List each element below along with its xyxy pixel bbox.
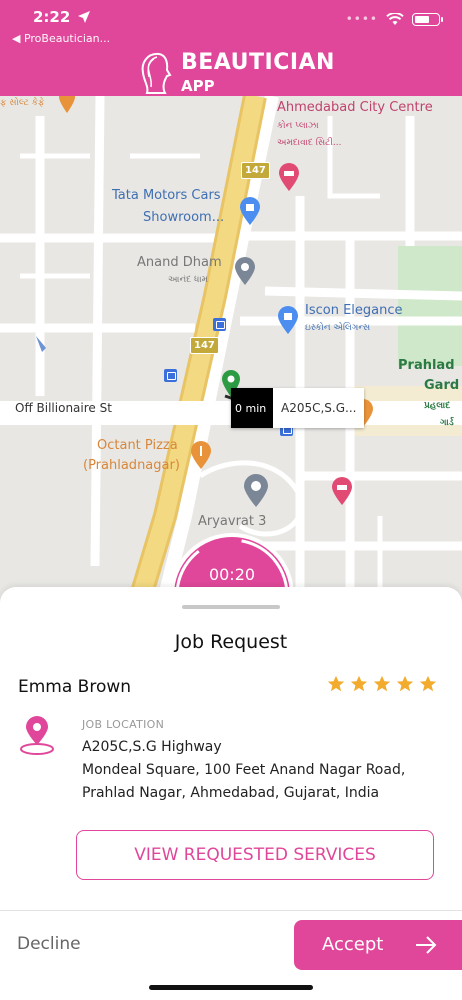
map-label: Iscon Elegance bbox=[305, 303, 403, 318]
view-requested-services-button[interactable]: VIEW REQUESTED SERVICES bbox=[76, 830, 434, 880]
divider bbox=[0, 910, 462, 911]
location-arrow-icon bbox=[78, 11, 90, 23]
app-subtitle: APP bbox=[181, 77, 215, 95]
accept-button[interactable]: Accept bbox=[294, 920, 462, 970]
map-view[interactable]: 147 147 ફ સોલ્ટ કેફે Ahmedabad City Cent… bbox=[0, 96, 462, 616]
eta-place: A205C,S.G... bbox=[281, 401, 357, 415]
decline-button[interactable]: Decline bbox=[17, 934, 81, 954]
map-label: (Prahladnagar) bbox=[83, 458, 180, 473]
accept-label: Accept bbox=[322, 934, 384, 955]
location-pin-icon bbox=[20, 716, 54, 755]
wifi-icon bbox=[386, 12, 404, 25]
app-title: BEAUTICIAN bbox=[181, 50, 335, 75]
brand: BEAUTICIAN APP bbox=[137, 50, 335, 95]
bus-stop-icon[interactable] bbox=[213, 318, 226, 331]
map-label: Showroom... bbox=[143, 210, 225, 225]
map-label: ગાર્ડ bbox=[440, 418, 454, 428]
sheet-grabber[interactable] bbox=[182, 605, 280, 609]
shopping-marker-icon[interactable] bbox=[277, 305, 299, 335]
star-icon bbox=[350, 675, 368, 692]
beautician-logo-icon bbox=[141, 52, 172, 94]
shopping-marker-icon[interactable] bbox=[239, 196, 261, 226]
route-147-badge: 147 bbox=[190, 337, 219, 354]
status-time: 2:22 bbox=[33, 8, 71, 26]
star-icon bbox=[327, 675, 345, 692]
map-label: Tata Motors Cars bbox=[112, 188, 221, 203]
map-label: Gard bbox=[424, 378, 460, 393]
back-to-app-link[interactable]: ◀ ProBeautician... bbox=[12, 32, 110, 45]
eta-callout[interactable]: 0 min A205C,S.G... bbox=[231, 388, 365, 428]
customer-name: Emma Brown bbox=[18, 677, 132, 697]
arrow-right-icon bbox=[416, 936, 437, 954]
map-label: Aryavrat 3 bbox=[198, 514, 267, 529]
signal-icon: •••• bbox=[345, 12, 378, 26]
address-line-1: A205C,S.G Highway bbox=[82, 739, 222, 755]
address-line-3: Prahlad Nagar, Ahmedabad, Gujarat, India bbox=[82, 785, 380, 801]
bus-stop-icon[interactable] bbox=[164, 369, 177, 382]
star-icon bbox=[396, 675, 414, 692]
home-indicator bbox=[149, 985, 313, 990]
address-line-2: Mondeal Square, 100 Feet Anand Nagar Roa… bbox=[82, 762, 406, 778]
star-icon bbox=[373, 675, 391, 692]
status-indicators: •••• bbox=[345, 12, 443, 26]
star-icon bbox=[419, 675, 437, 692]
map-label: પ્રહલાદ bbox=[424, 401, 451, 411]
timer-text: 00:20 bbox=[208, 565, 256, 584]
restaurant-marker-icon[interactable] bbox=[190, 440, 212, 470]
job-request-sheet: Job Request Emma Brown JOB LOCATION A205… bbox=[0, 587, 462, 1000]
map-label: ફ સોલ્ટ કેફે bbox=[0, 98, 45, 108]
app-header: 2:22 ◀ ProBeautician... •••• BEAUTICIAN … bbox=[0, 0, 462, 96]
map-label: Prahlad bbox=[398, 358, 455, 373]
map-label: આનંદ ધામ bbox=[168, 275, 209, 285]
map-label: Ahmedabad City Centre bbox=[277, 100, 433, 115]
job-location-caption: JOB LOCATION bbox=[82, 718, 165, 731]
temple-marker-icon[interactable] bbox=[234, 256, 256, 286]
map-label: ઇસ્કોન એલિગન્સ bbox=[305, 323, 371, 333]
rating-stars bbox=[327, 675, 437, 693]
place-marker-icon[interactable] bbox=[243, 474, 269, 508]
map-label: અમદાવાદ સિટી... bbox=[277, 138, 342, 148]
battery-icon bbox=[412, 12, 443, 26]
cafe-marker-icon[interactable] bbox=[58, 96, 76, 114]
map-label: Anand Dham bbox=[137, 255, 222, 270]
eta-time: 0 min bbox=[231, 388, 273, 428]
map-label: Off Billionaire St bbox=[15, 401, 112, 415]
hotel-marker-icon[interactable] bbox=[278, 162, 300, 192]
route-147-badge: 147 bbox=[241, 162, 270, 179]
sheet-title: Job Request bbox=[174, 631, 288, 653]
map-label: Octant Pizza bbox=[97, 438, 178, 453]
hotel-marker-icon[interactable] bbox=[331, 476, 353, 506]
map-label: કોન પ્લાઝા bbox=[277, 121, 319, 131]
